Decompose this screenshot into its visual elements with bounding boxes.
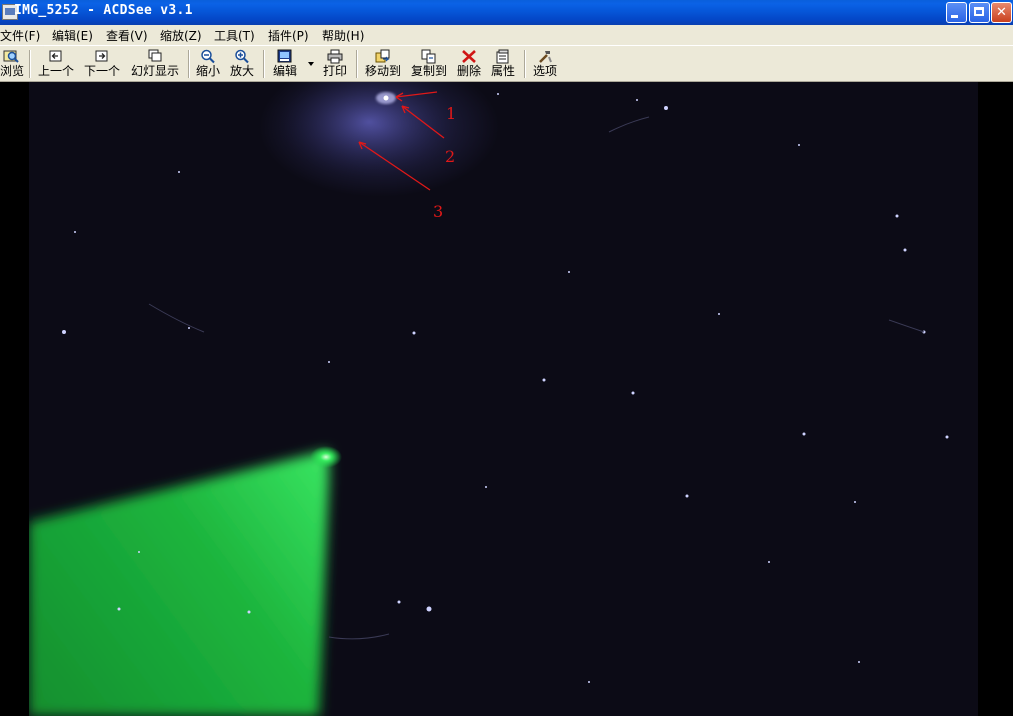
menu-plugins[interactable]: 插件(P) <box>268 27 309 44</box>
next-label: 下一个 <box>83 64 120 78</box>
options-icon <box>537 49 553 64</box>
prev-icon <box>48 49 64 64</box>
close-icon: ✕ <box>996 5 1007 20</box>
photo-canvas: 1 2 3 <box>29 82 949 716</box>
annotation-label-2: 2 <box>445 147 455 166</box>
zoom-in-icon <box>234 49 250 64</box>
menu-help[interactable]: 帮助(H) <box>322 27 364 44</box>
menu-edit[interactable]: 编辑(E) <box>52 27 93 44</box>
print-button[interactable]: 打印 <box>320 48 350 81</box>
properties-label: 属性 <box>490 64 515 78</box>
menu-bar: 文件(F) 编辑(E) 查看(V) 缩放(Z) 工具(T) 插件(P) 帮助(H… <box>0 25 1013 45</box>
options-button[interactable]: 选项 <box>531 48 559 81</box>
move-to-label: 移动到 <box>364 64 401 78</box>
toolbar-separator <box>263 50 265 78</box>
zoom-out-label: 缩小 <box>195 64 220 78</box>
options-label: 选项 <box>532 64 557 78</box>
bright-object-core <box>383 95 389 101</box>
window-title: IMG_5252 - ACDSee v3.1 <box>14 3 193 18</box>
title-bar[interactable]: IMG_5252 - ACDSee v3.1 ✕ <box>0 0 1013 25</box>
print-label: 打印 <box>322 64 347 78</box>
previous-button[interactable]: 上一个 <box>37 48 75 81</box>
restore-button[interactable] <box>969 2 990 23</box>
acdsee-window: IMG_5252 - ACDSee v3.1 ✕ 文件(F) 编辑(E) 查看(… <box>0 0 1013 716</box>
minimize-icon <box>951 15 958 18</box>
move-to-icon <box>375 49 391 64</box>
properties-button[interactable]: 属性 <box>489 48 517 81</box>
slideshow-button[interactable]: 幻灯显示 <box>129 48 181 81</box>
copy-to-label: 复制到 <box>410 64 447 78</box>
copy-to-icon <box>421 49 437 64</box>
toolbar-separator <box>29 50 31 78</box>
toolbar-separator <box>188 50 190 78</box>
browse-button[interactable]: 浏览 <box>0 48 25 81</box>
print-icon <box>327 49 343 64</box>
toolbar-separator <box>524 50 526 78</box>
next-button[interactable]: 下一个 <box>83 48 121 81</box>
slideshow-label: 幻灯显示 <box>130 64 179 78</box>
delete-button[interactable]: 删除 <box>455 48 483 81</box>
restore-icon <box>974 7 984 16</box>
delete-icon <box>461 49 477 64</box>
browse-icon <box>3 49 19 64</box>
image-viewer[interactable]: 1 2 3 <box>0 82 1013 716</box>
toolbar-separator <box>356 50 358 78</box>
minimize-button[interactable] <box>946 2 967 23</box>
edit-icon <box>277 49 293 64</box>
menu-tools[interactable]: 工具(T) <box>214 27 255 44</box>
menu-view[interactable]: 查看(V) <box>106 27 148 44</box>
green-beam-source <box>310 446 342 468</box>
edit-label: 编辑 <box>272 64 297 78</box>
copy-to-button[interactable]: 复制到 <box>409 48 449 81</box>
annotation-label-1: 1 <box>446 104 456 123</box>
zoom-in-button[interactable]: 放大 <box>229 48 255 81</box>
edit-dropdown-arrow[interactable] <box>308 62 314 66</box>
night-sky-photo: 1 2 3 <box>29 82 978 716</box>
zoom-out-button[interactable]: 缩小 <box>195 48 221 81</box>
menu-file[interactable]: 文件(F) <box>0 27 40 44</box>
zoom-in-label: 放大 <box>229 64 254 78</box>
previous-label: 上一个 <box>37 64 74 78</box>
toolbar: 浏览 上一个 下一个 幻灯显示 缩小 放大 编辑 打印 移动到 复制到 删除 属… <box>0 45 1013 82</box>
browse-label: 浏览 <box>0 64 25 78</box>
edit-button[interactable]: 编辑 <box>271 48 299 81</box>
green-beam <box>29 450 329 716</box>
move-to-button[interactable]: 移动到 <box>363 48 403 81</box>
menu-zoom[interactable]: 缩放(Z) <box>160 27 202 44</box>
annotation-label-3: 3 <box>433 202 443 221</box>
properties-icon <box>495 49 511 64</box>
next-icon <box>94 49 110 64</box>
slideshow-icon <box>147 49 163 64</box>
delete-label: 删除 <box>456 64 481 78</box>
zoom-out-icon <box>200 49 216 64</box>
close-button[interactable]: ✕ <box>991 2 1012 23</box>
